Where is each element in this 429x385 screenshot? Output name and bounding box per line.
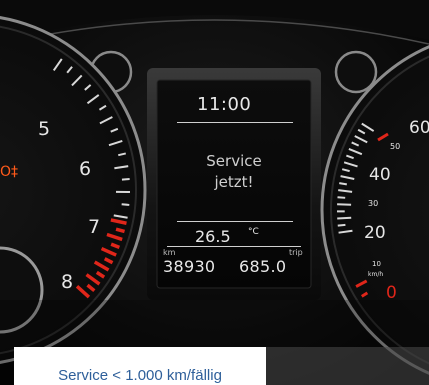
trip-readout: 685.0 — [239, 257, 287, 276]
speed-label-60: 60 — [409, 118, 429, 138]
photo-edge-right — [266, 347, 429, 385]
tach-red-tick — [115, 227, 126, 234]
tach-label-8: 8 — [61, 271, 73, 293]
odometer-readout: 38930 — [163, 257, 216, 276]
lcd-divider-bottom — [167, 246, 301, 247]
lcd-divider-top — [177, 122, 293, 123]
tach-tick — [121, 203, 130, 206]
odometer-unit: km — [163, 248, 176, 257]
outside-temperature: 26.5 — [195, 227, 231, 246]
lcd-divider-mid — [177, 221, 293, 222]
caption-box: Service < 1.000 km/fällig — [14, 347, 266, 385]
temperature-unit: °C — [248, 227, 259, 237]
speed-label-10: 10 — [372, 260, 381, 268]
speed-label-30: 30 — [368, 199, 378, 208]
speed-label-40: 40 — [369, 165, 391, 185]
warning-lamp-ring-right — [334, 50, 378, 94]
speed-tick — [337, 216, 352, 220]
speed-tick — [337, 223, 346, 227]
service-message-line2: jetzt! — [214, 173, 254, 191]
clock-readout: 11:00 — [197, 94, 252, 115]
caption-text: Service < 1.000 km/fällig — [58, 367, 222, 384]
tach-tick — [121, 178, 130, 181]
tach-label-7: 7 — [88, 216, 100, 238]
oil-warning-icon: O‡ — [0, 164, 18, 180]
tach-label-6: 6 — [79, 158, 91, 180]
tach-label-5: 5 — [38, 118, 50, 140]
lcd-display: 11:00 Service jetzt! 26.5 °C km trip 389… — [161, 84, 307, 284]
speed-unit: km/h — [368, 271, 383, 278]
speed-tick — [339, 182, 347, 186]
speed-label-20: 20 — [364, 223, 386, 243]
service-message-line1: Service — [206, 152, 262, 170]
trip-label: trip — [289, 248, 303, 257]
speed-label-50: 50 — [390, 142, 400, 151]
speed-tick — [337, 196, 346, 199]
